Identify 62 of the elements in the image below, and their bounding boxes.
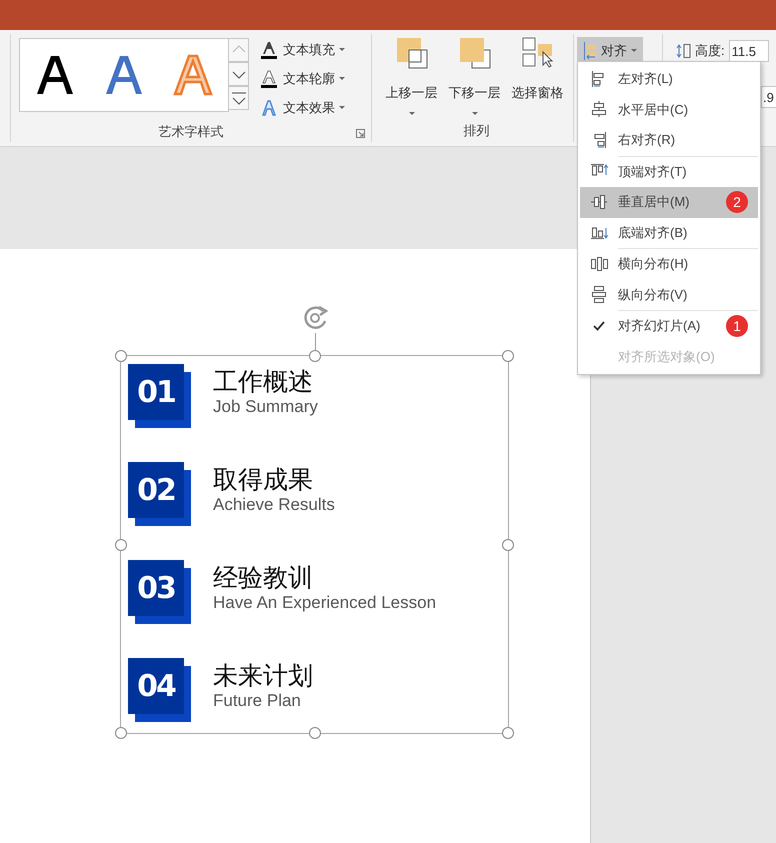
align-middle-icon: [590, 194, 608, 211]
arrange-button[interactable]: 上移一层: [380, 34, 443, 120]
send-backward-icon: [458, 36, 492, 70]
menu-item[interactable]: 纵向分布(V): [580, 280, 758, 310]
arrange-button[interactable]: 选择窗格: [506, 34, 569, 120]
text-fill-icon: [259, 40, 279, 60]
gallery-more-button[interactable]: [229, 86, 249, 110]
resize-handle[interactable]: [115, 727, 127, 739]
width-field[interactable]: .9: [761, 86, 776, 108]
number-block: 03: [128, 560, 184, 616]
resize-handle[interactable]: [502, 350, 514, 362]
caret-icon: [339, 77, 345, 80]
menu-item[interactable]: 底端对齐(B): [580, 218, 758, 248]
height-icon: [675, 43, 691, 59]
resize-handle[interactable]: [308, 727, 320, 739]
caret-icon: [339, 48, 345, 51]
caret-icon: [631, 49, 637, 52]
section-subtitle: Job Summary: [213, 397, 318, 417]
menu-item[interactable]: 右对齐(R): [580, 125, 758, 156]
dialog-launcher-icon: [356, 129, 365, 138]
distribute-vertical-icon: [590, 286, 608, 304]
section-subtitle: Have An Experienced Lesson: [213, 593, 436, 613]
height-field[interactable]: 11.5: [728, 40, 769, 62]
align-left-icon: [583, 42, 597, 60]
group-label: 艺术字样式: [158, 123, 224, 141]
menu-item[interactable]: 水平居中(C): [580, 94, 758, 125]
menu-item[interactable]: 对齐幻灯片(A) 1: [580, 311, 758, 342]
bring-forward-icon: [394, 36, 428, 70]
section-title: 取得成果: [213, 465, 314, 495]
height-label: 高度:: [695, 42, 725, 60]
selection-pane-icon: [520, 36, 554, 70]
resize-handle[interactable]: [308, 350, 320, 362]
menu-item[interactable]: 顶端对齐(T): [580, 156, 758, 187]
section-title: 经验教训: [213, 563, 314, 593]
text-effect-icon: [259, 98, 279, 118]
arrange-button[interactable]: 下移一层: [443, 34, 506, 120]
resize-handle[interactable]: [502, 538, 514, 550]
resize-handle[interactable]: [502, 727, 514, 739]
caret-icon: [339, 106, 345, 109]
text-format-button[interactable]: 文本轮廓: [257, 65, 347, 92]
text-outline-icon: [259, 68, 279, 88]
letter-a-icon: [172, 52, 214, 98]
group-label: 排列: [462, 122, 490, 140]
section-title: 未来计划: [213, 661, 313, 691]
section-title: 工作概述: [213, 367, 314, 397]
section-subtitle: Achieve Results: [213, 495, 335, 515]
menu-item[interactable]: 横向分布(H): [580, 249, 758, 280]
distribute-horizontal-icon: [590, 256, 608, 273]
text-format-button[interactable]: 文本填充: [257, 36, 347, 63]
number-block: 01: [128, 364, 184, 420]
number-block: 04: [128, 658, 184, 714]
menu-item[interactable]: 左对齐(L): [580, 64, 758, 94]
scroll-down-button[interactable]: [229, 62, 249, 86]
resize-handle[interactable]: [115, 538, 127, 550]
text-format-button[interactable]: 文本效果: [257, 94, 347, 121]
align-center-icon: [590, 101, 608, 118]
step-badge: 2: [726, 191, 748, 213]
menu-item[interactable]: 垂直居中(M) 2: [580, 187, 758, 218]
number-block: 02: [128, 462, 184, 518]
resize-handle[interactable]: [115, 350, 127, 362]
step-badge: 1: [726, 315, 748, 337]
section-subtitle: Future Plan: [213, 691, 302, 711]
